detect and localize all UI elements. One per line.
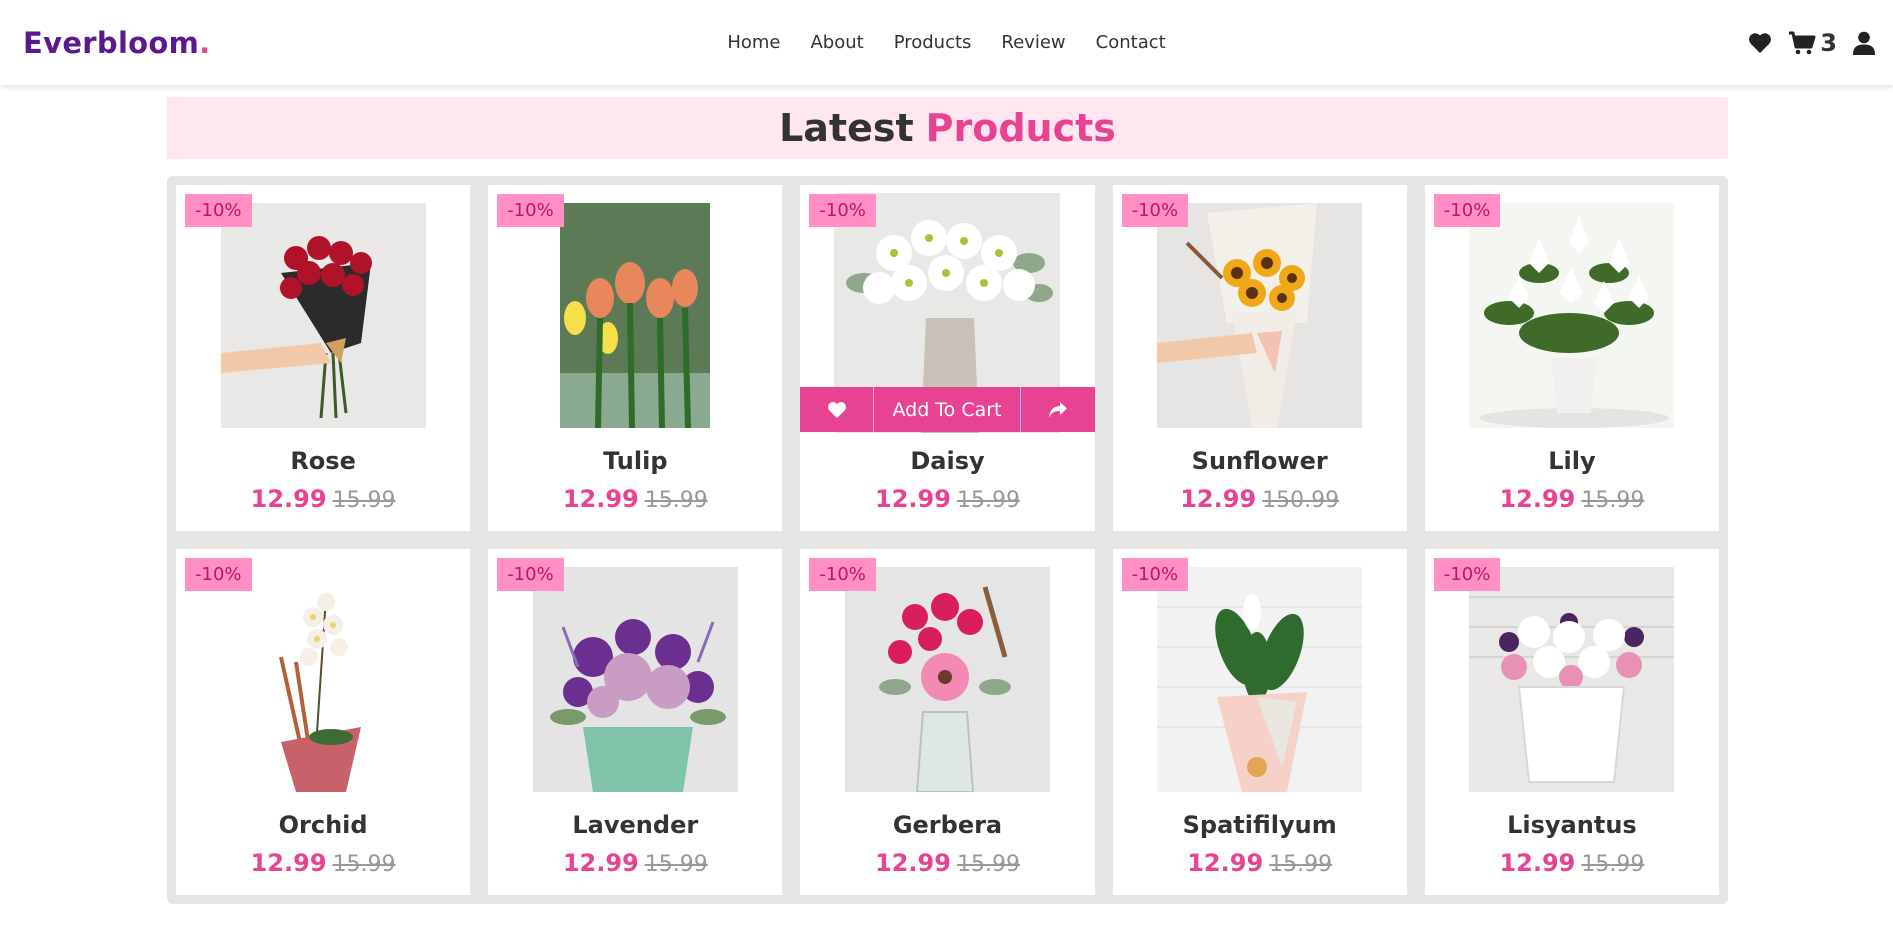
price-old: 15.99 [332,852,396,877]
price-current: 12.99 [562,485,639,513]
header-icons: 3 [1748,0,1875,85]
nav-review[interactable]: Review [1001,32,1065,53]
product-name: Rose [290,447,356,475]
price-current: 12.99 [1499,485,1576,513]
wishlist-button[interactable] [800,387,875,432]
product-card-lavender[interactable]: -10% Lavender 12.99 15.99 [488,549,783,895]
price-current: 12.99 [1187,849,1264,877]
product-name: Lavender [572,811,699,839]
product-price: 12.99 15.99 [176,485,470,513]
discount-badge: -10% [497,194,564,227]
product-price: 12.99 15.99 [488,485,782,513]
product-card-tulip[interactable]: -10% Tulip 12.99 15.99 [488,185,783,531]
price-old: 15.99 [956,852,1020,877]
heading-text-b: Products [925,106,1116,150]
price-old: 15.99 [644,852,708,877]
share-icon [1048,401,1067,418]
product-price: 12.99 15.99 [1425,485,1719,513]
discount-badge: -10% [185,558,252,591]
nav-products[interactable]: Products [894,32,972,53]
heart-icon [827,401,846,418]
card-actions: Add To Cart [800,387,1095,432]
price-current: 12.99 [875,485,951,513]
discount-badge: -10% [497,558,564,591]
nav-home[interactable]: Home [727,32,780,53]
discount-badge: -10% [185,194,252,227]
product-name: Gerbera [892,811,1003,839]
product-image-sunflower [1157,203,1363,428]
price-old: 15.99 [1581,488,1645,513]
product-price: 12.99 15.99 [1425,849,1719,877]
product-name: Lily [1548,447,1596,475]
product-card-gerbera[interactable]: -10% Gerbera 12.99 15.99 [800,549,1095,895]
product-name: Spatifilyum [1182,811,1337,839]
product-price: 12.99 15.99 [800,849,1094,877]
price-current: 12.99 [1499,849,1576,877]
product-card-spatifilyum[interactable]: -10% Spatifilyum 12.99 15.99 [1112,549,1407,895]
product-image-rose [220,203,426,428]
brand-dot: . [199,25,211,60]
discount-badge: -10% [1121,558,1189,591]
cart-icon [1789,31,1816,54]
price-old: 15.99 [1581,852,1645,877]
price-current: 12.99 [250,849,327,877]
heart-icon[interactable] [1748,32,1772,54]
product-name: Lisyantus [1507,811,1637,839]
product-card-orchid[interactable]: -10% Orchid 12.99 15.99 [176,549,471,895]
section-heading: Latest Products [167,97,1728,159]
product-price: 12.99 150.99 [1113,485,1407,513]
product-name: Sunflower [1191,447,1328,475]
nav-about[interactable]: About [810,32,863,53]
brand-logo[interactable]: Everbloom. [23,26,210,60]
discount-badge: -10% [1121,194,1189,227]
price-old: 15.99 [644,488,708,513]
product-price: 12.99 15.99 [1113,849,1407,877]
discount-badge: -10% [809,194,876,227]
nav-contact[interactable]: Contact [1096,32,1166,53]
product-name: Tulip [603,447,668,475]
product-image-spatifilyum [1157,567,1363,792]
product-image-lisyantus [1469,567,1675,792]
price-current: 12.99 [875,849,951,877]
product-price: 12.99 15.99 [488,849,782,877]
product-name: Daisy [910,447,985,475]
cart-count: 3 [1820,28,1837,57]
price-current: 12.99 [562,849,639,877]
product-card-daisy[interactable]: -10% Add To Cart Daisy 12.99 15.99 [800,185,1095,531]
product-card-sunflower[interactable]: -10% Sunflower 12.99 150.99 [1112,185,1407,531]
main-nav: Home About Products Review Contact [0,0,1893,85]
user-icon[interactable] [1853,31,1875,55]
add-to-cart-button[interactable]: Add To Cart [874,387,1021,432]
product-image-lily [1469,203,1675,428]
price-old: 15.99 [1269,852,1333,877]
product-name: Orchid [278,811,368,839]
share-button[interactable] [1021,387,1095,432]
price-old: 15.99 [956,488,1020,513]
price-current: 12.99 [1180,485,1257,513]
product-price: 12.99 15.99 [800,485,1094,513]
discount-badge: -10% [1433,194,1501,227]
product-card-rose[interactable]: -10% Rose 12.99 15.99 [176,185,471,531]
product-image-tulip [560,203,711,428]
product-card-lisyantus[interactable]: -10% Lisyantus 12.99 15.99 [1424,549,1719,895]
product-card-lily[interactable]: -10% Lily 12.99 15.99 [1424,185,1719,531]
cart-button[interactable]: 3 [1788,29,1837,57]
discount-badge: -10% [809,558,876,591]
heading-text-a: Latest [779,106,914,150]
product-price: 12.99 15.99 [176,849,470,877]
product-grid: -10% Rose 12.99 15.99 -10% Tulip 12.99 1… [167,176,1728,904]
product-image-gerbera [844,567,1050,792]
price-old: 15.99 [332,488,396,513]
site-header: Everbloom. Home About Products Review Co… [0,0,1893,85]
product-image-lavender [532,567,738,792]
price-current: 12.99 [250,485,327,513]
product-image-orchid [220,567,426,792]
discount-badge: -10% [1433,558,1501,591]
price-old: 150.99 [1262,488,1340,513]
brand-name: Everbloom [23,25,200,60]
